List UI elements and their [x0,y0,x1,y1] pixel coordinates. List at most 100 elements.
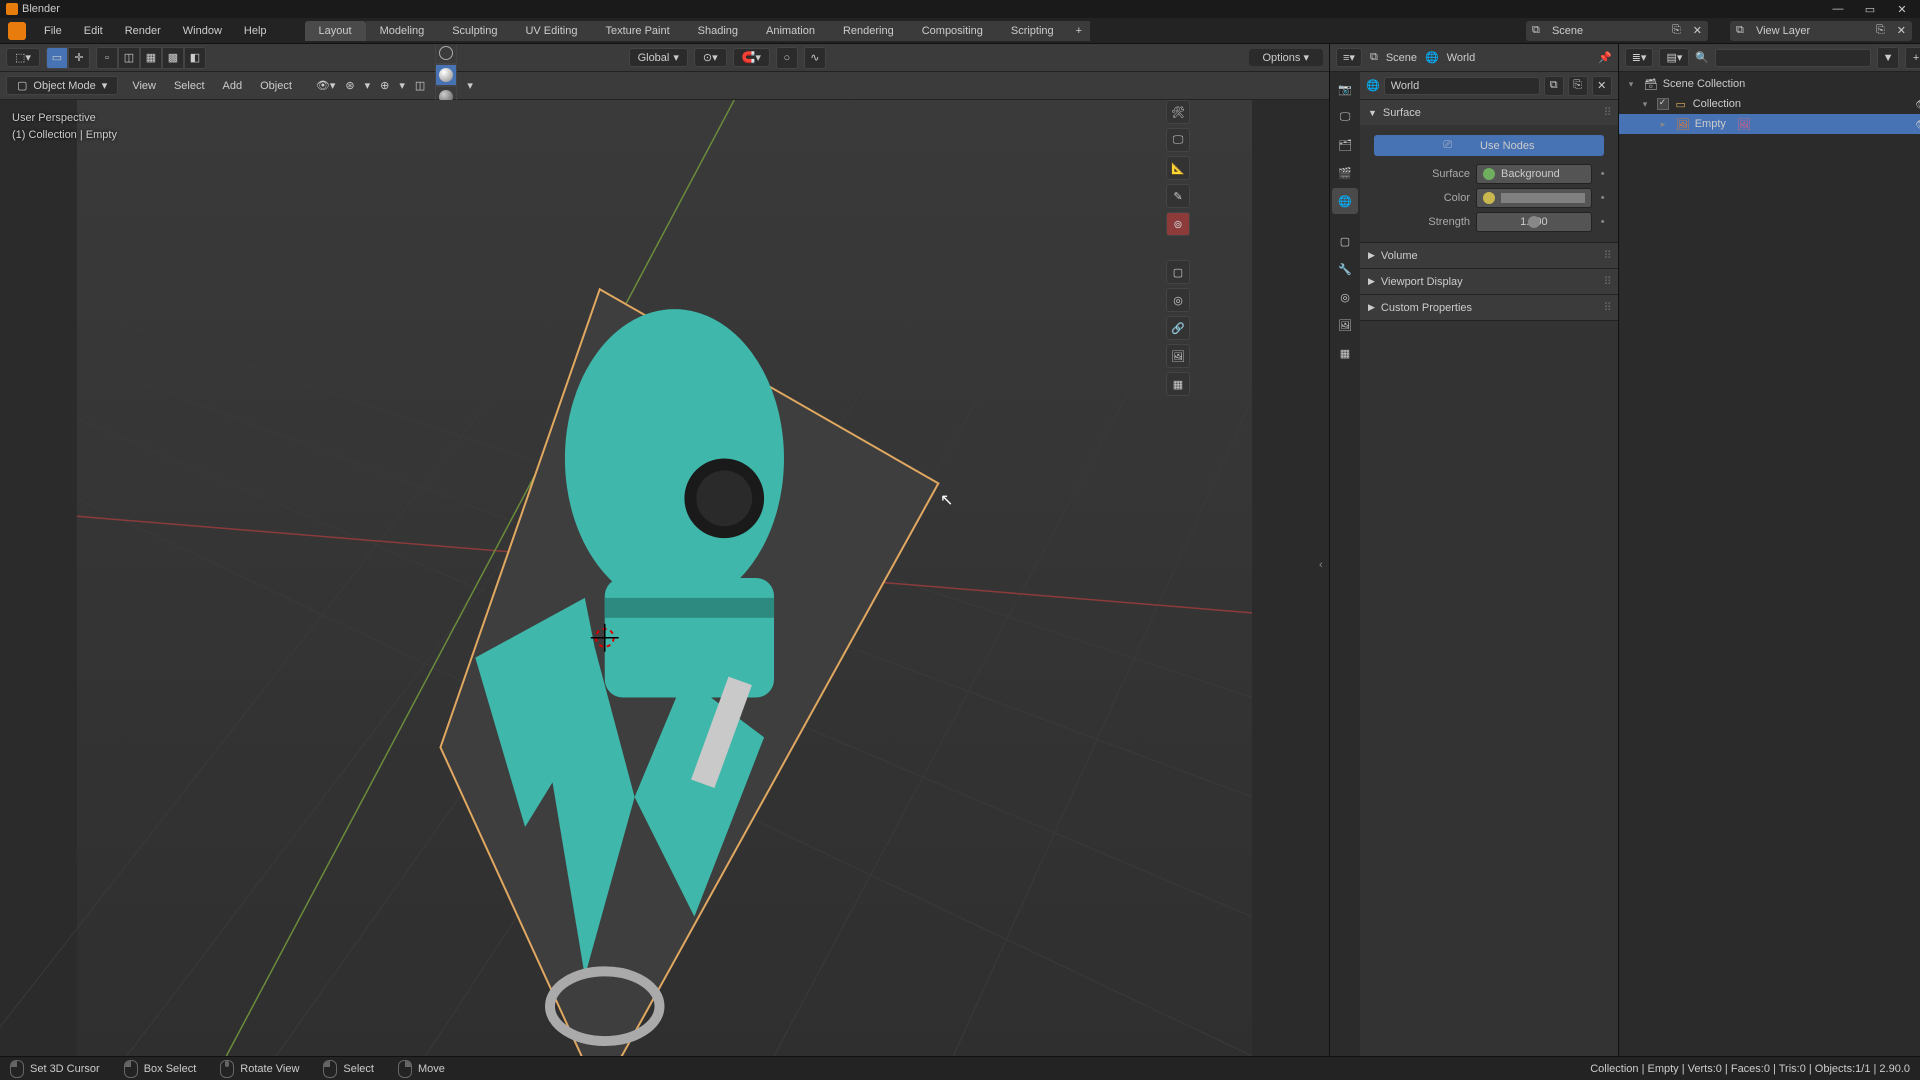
tree-arrow-icon[interactable]: ▾ [1643,99,1653,110]
workspace-tab-compositing[interactable]: Compositing [908,21,997,41]
shading-solid-icon[interactable] [435,64,457,86]
workspace-tab-sculpting[interactable]: Sculpting [438,21,511,41]
tool-texture-icon[interactable]: ▦ [1166,372,1190,396]
tool-world-icon[interactable]: ⊚ [1166,212,1190,236]
scene-new-button[interactable]: ⎘ [1666,24,1687,37]
color-value-field[interactable] [1476,188,1592,208]
visibility-eye-icon[interactable]: 👁 [1915,98,1920,111]
menu-edit[interactable]: Edit [80,23,107,39]
tree-row-scene-collection[interactable]: ▾ 🗃 Scene Collection [1619,74,1920,94]
scene-name-input[interactable] [1546,25,1666,37]
workspace-tab-rendering[interactable]: Rendering [829,21,908,41]
select-mode-3-icon[interactable]: ▦ [140,47,162,69]
viewport-menu-view[interactable]: View [128,78,160,94]
panel-grip-icon[interactable]: ⠿ [1604,301,1610,314]
tab-modifier-icon[interactable]: 🔧 [1332,256,1358,282]
tool-options-icon[interactable]: 🛠 [1166,100,1190,124]
tool-image-icon[interactable]: 🖼 [1166,344,1190,368]
cursor-tool-icon[interactable]: ✛ [68,47,90,69]
window-close-button[interactable]: ✕ [1890,3,1914,16]
menu-help[interactable]: Help [240,23,271,39]
tab-physics-icon[interactable]: ◎ [1332,284,1358,310]
tab-viewlayer-icon[interactable]: 🗂 [1332,132,1358,158]
pin-icon[interactable]: 📌 [1598,51,1612,64]
scene-chip-label[interactable]: Scene [1386,52,1417,64]
tree-row-collection[interactable]: ▾ ▭ Collection 👁 [1619,94,1920,114]
tool-modifier-icon[interactable]: ◎ [1166,288,1190,312]
workspace-tab-layout[interactable]: Layout [305,21,366,41]
viewlayer-new-button[interactable]: ⎘ [1870,24,1891,37]
select-mode-5-icon[interactable]: ◧ [184,47,206,69]
tree-row-empty[interactable]: ▸ 🖼 Empty 🖼 👁 [1619,114,1920,134]
tree-arrow-icon[interactable]: ▸ [1661,119,1671,130]
overlay-dropdown[interactable]: ▾ [399,79,405,92]
properties-editor-type[interactable]: ≡▾ [1336,48,1362,67]
scene-selector[interactable]: ⧉ ⎘ ✕ [1526,21,1708,41]
editor-type-dropdown[interactable]: ⬚▾ [6,48,40,67]
overlay-toggle-icon[interactable]: ⊕ [380,79,389,92]
tree-arrow-icon[interactable]: ▾ [1629,79,1639,90]
mode-dropdown[interactable]: ▢ Object Mode ▾ [6,76,118,95]
tab-texture-icon[interactable]: ▦ [1332,340,1358,366]
tab-render-icon[interactable]: 📷 [1332,76,1358,102]
viewport-menu-object[interactable]: Object [256,78,296,94]
strength-value-field[interactable]: 1.000 [1476,212,1592,232]
outliner-search-input[interactable] [1715,49,1871,67]
viewlayer-selector[interactable]: ⧉ ⎘ ✕ [1730,21,1912,41]
window-minimize-button[interactable]: — [1826,3,1850,16]
workspace-tab-texture-paint[interactable]: Texture Paint [591,21,683,41]
gizmo-dropdown[interactable]: ▾ [365,79,371,92]
workspace-tab-scripting[interactable]: Scripting [997,21,1068,41]
options-dropdown[interactable]: Options ▾ [1249,49,1324,66]
tab-world-icon[interactable]: 🌐 [1332,188,1358,214]
workspace-tab-animation[interactable]: Animation [752,21,829,41]
tool-constraints-icon[interactable]: 🔗 [1166,316,1190,340]
orientation-dropdown[interactable]: Global ▾ [629,48,688,67]
workspace-tab-shading[interactable]: Shading [684,21,752,41]
world-browse-button[interactable]: ⧉ [1544,76,1564,96]
panel-surface-header[interactable]: ▼ Surface ⠿ [1360,100,1618,125]
pivot-dropdown[interactable]: ⊙▾ [694,48,727,67]
use-nodes-button[interactable]: ⎚ Use Nodes [1374,135,1604,156]
strength-link-dot[interactable]: • [1598,216,1608,228]
shading-dropdown[interactable]: ▾ [467,79,473,92]
world-name-input[interactable] [1384,77,1540,95]
shading-wireframe-icon[interactable] [435,42,457,64]
panel-volume-header[interactable]: ▶ Volume ⠿ [1360,243,1618,268]
select-tool-icon[interactable]: ▭ [46,47,68,69]
proportional-falloff-icon[interactable]: ∿ [804,47,826,69]
panel-grip-icon[interactable]: ⠿ [1604,249,1610,262]
sidebar-collapse-icon[interactable]: ‹ [1319,559,1323,571]
world-chip-label[interactable]: World [1447,52,1476,64]
tool-object-icon[interactable]: ▢ [1166,260,1190,284]
menu-file[interactable]: File [40,23,66,39]
viewlayer-name-input[interactable] [1750,25,1870,37]
workspace-tab-uv-editing[interactable]: UV Editing [511,21,591,41]
world-datablock-selector[interactable]: 🌐 ⧉ ⎘ ✕ [1360,72,1618,100]
viewlayer-delete-button[interactable]: ✕ [1891,24,1912,37]
viewport-menu-add[interactable]: Add [219,78,247,94]
select-mode-4-icon[interactable]: ▩ [162,47,184,69]
snap-dropdown[interactable]: 🧲▾ [733,48,770,67]
outliner-tree[interactable]: ▾ 🗃 Scene Collection ▾ ▭ Collection 👁 ▸ … [1619,72,1920,1056]
tool-annotation-icon[interactable]: ✎ [1166,184,1190,208]
world-unlink-button[interactable]: ✕ [1592,76,1612,96]
proportional-edit-icon[interactable]: ○ [776,47,798,69]
panel-grip-icon[interactable]: ⠿ [1604,275,1610,288]
tab-objectdata-icon[interactable]: 🖼 [1332,312,1358,338]
viewport-canvas[interactable]: User Perspective (1) Collection | Empty … [0,100,1329,1056]
outliner-editor-type[interactable]: ≣▾ [1625,48,1654,67]
color-link-dot[interactable]: • [1598,192,1608,204]
window-maximize-button[interactable]: ▭ [1858,3,1882,16]
outliner-new-collection-button[interactable]: + [1905,47,1920,69]
tab-object-icon[interactable]: ▢ [1332,228,1358,254]
workspace-tab-modeling[interactable]: Modeling [366,21,439,41]
outliner-display-mode[interactable]: ▤▾ [1659,48,1689,67]
menu-window[interactable]: Window [179,23,226,39]
panel-viewport-display-header[interactable]: ▶ Viewport Display ⠿ [1360,269,1618,294]
surface-value-field[interactable]: Background [1476,164,1592,184]
world-new-button[interactable]: ⎘ [1568,76,1588,96]
select-mode-1-icon[interactable]: ▫ [96,47,118,69]
tool-measure-icon[interactable]: 📐 [1166,156,1190,180]
scene-delete-button[interactable]: ✕ [1687,24,1708,37]
